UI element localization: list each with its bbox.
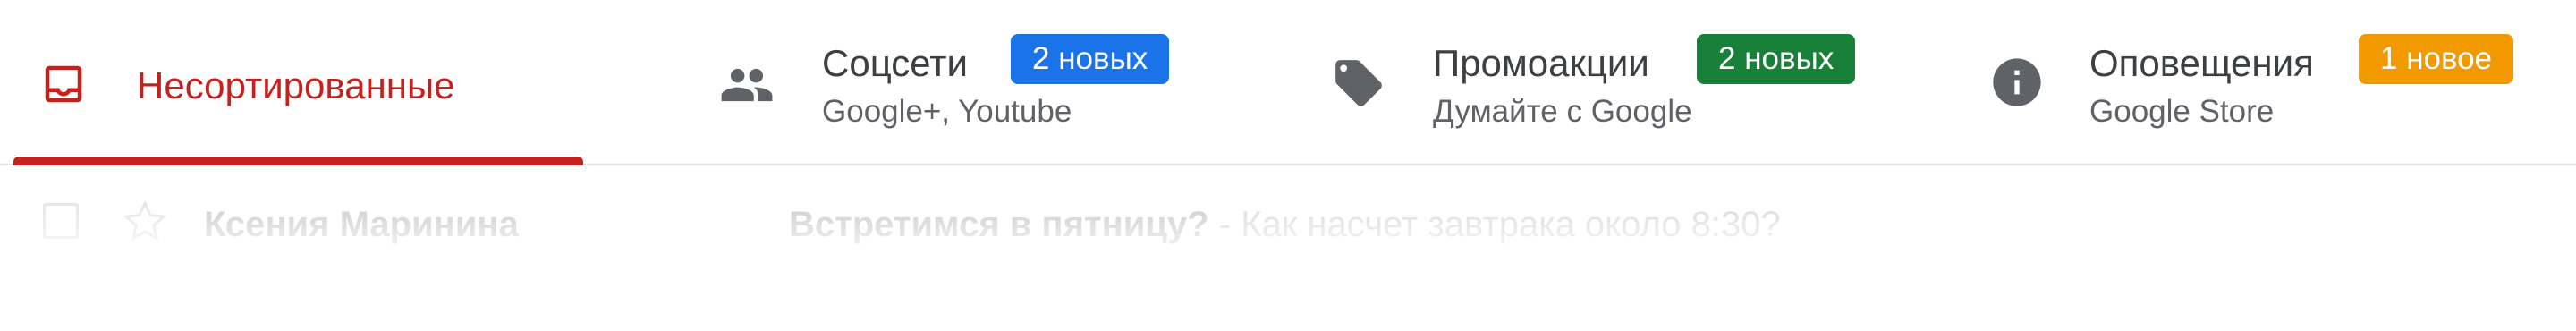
- tag-icon: [1335, 60, 1382, 106]
- email-snippet: Как насчет завтрака около 8:30?: [1241, 205, 1781, 244]
- email-subject-line: Встретимся в пятницу? - Как насчет завтр…: [789, 205, 1781, 245]
- inbox-icon: [45, 65, 82, 103]
- mail-inbox-page: Несортированные Соцсети 2 новых Google+,…: [0, 0, 2576, 331]
- tab-social[interactable]: Соцсети 2 новых Google+, Youtube: [698, 0, 1306, 166]
- people-icon: [721, 68, 773, 102]
- email-row[interactable]: Ксения Маринина Встретимся в пятницу? - …: [0, 167, 2576, 331]
- tab-social-title: Соцсети: [822, 42, 968, 84]
- category-tabs: Несортированные Соцсети 2 новых Google+,…: [0, 0, 2576, 166]
- info-icon: [1993, 58, 2041, 106]
- star-icon[interactable]: [121, 198, 169, 246]
- email-subject: Встретимся в пятницу?: [789, 205, 1209, 244]
- tab-social-subtitle: Google+, Youtube: [822, 94, 1072, 129]
- tab-updates[interactable]: Оповещения 1 новое Google Store: [1977, 0, 2576, 166]
- tab-primary[interactable]: Несортированные: [0, 0, 595, 166]
- tab-promotions-subtitle: Думайте с Google: [1433, 94, 1692, 129]
- tab-social-badge: 2 новых: [1011, 34, 1170, 84]
- select-checkbox[interactable]: [43, 203, 79, 239]
- tab-promotions-title: Промоакции: [1433, 42, 1649, 84]
- tab-promotions[interactable]: Промоакции 2 новых Думайте с Google: [1315, 0, 1932, 166]
- email-separator: -: [1208, 205, 1241, 244]
- tab-updates-subtitle: Google Store: [2089, 94, 2275, 129]
- tab-updates-badge: 1 новое: [2359, 34, 2514, 84]
- tab-primary-title: Несортированные: [137, 64, 455, 106]
- active-tab-indicator: [13, 157, 583, 166]
- tab-updates-title: Оповещения: [2089, 42, 2314, 84]
- email-sender: Ксения Маринина: [204, 205, 519, 244]
- tab-promotions-badge: 2 новых: [1697, 34, 1856, 84]
